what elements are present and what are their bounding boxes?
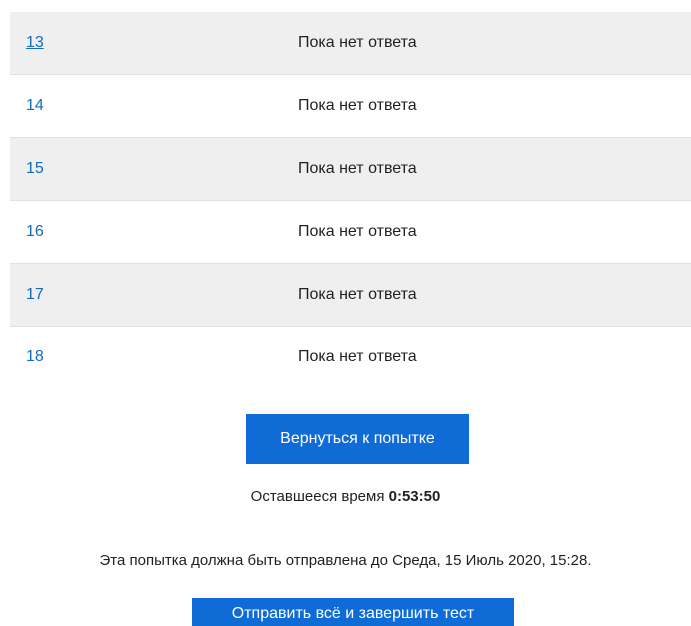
question-number-cell: 14 [10,74,156,138]
table-row: 15 Пока нет ответа [10,137,691,201]
return-to-attempt-button[interactable]: Вернуться к попытке [246,414,469,464]
submission-deadline-text: Эта попытка должна быть отправлена до Ср… [99,552,592,569]
table-row: 18 Пока нет ответа [10,326,691,387]
table-row: 16 Пока нет ответа [10,200,691,264]
question-link-17[interactable]: 17 [26,286,44,303]
question-link-13[interactable]: 13 [26,34,44,51]
question-number-cell: 16 [10,200,156,264]
question-link-15[interactable]: 15 [26,160,44,177]
time-remaining-label: Оставшееся время [250,488,385,505]
table-row: 14 Пока нет ответа [10,74,691,138]
question-status: Пока нет ответа [156,137,691,201]
question-number-cell: 13 [10,12,156,75]
quiz-summary-table: 13 Пока нет ответа 14 Пока нет ответа 15… [10,12,691,387]
time-remaining: Оставшееся время 0:53:50 [0,488,691,505]
question-link-18[interactable]: 18 [26,348,44,365]
question-link-16[interactable]: 16 [26,223,44,240]
time-remaining-value: 0:53:50 [388,488,441,505]
question-status: Пока нет ответа [156,12,691,75]
question-number-cell: 18 [10,326,156,387]
table-row: 17 Пока нет ответа [10,263,691,327]
question-status: Пока нет ответа [156,326,691,387]
question-number-cell: 17 [10,263,156,327]
question-status: Пока нет ответа [156,200,691,264]
question-link-14[interactable]: 14 [26,97,44,114]
question-status: Пока нет ответа [156,74,691,138]
question-status: Пока нет ответа [156,263,691,327]
submit-all-and-finish-button[interactable]: Отправить всё и завершить тест [192,598,514,626]
table-row: 13 Пока нет ответа [10,12,691,75]
question-number-cell: 15 [10,137,156,201]
